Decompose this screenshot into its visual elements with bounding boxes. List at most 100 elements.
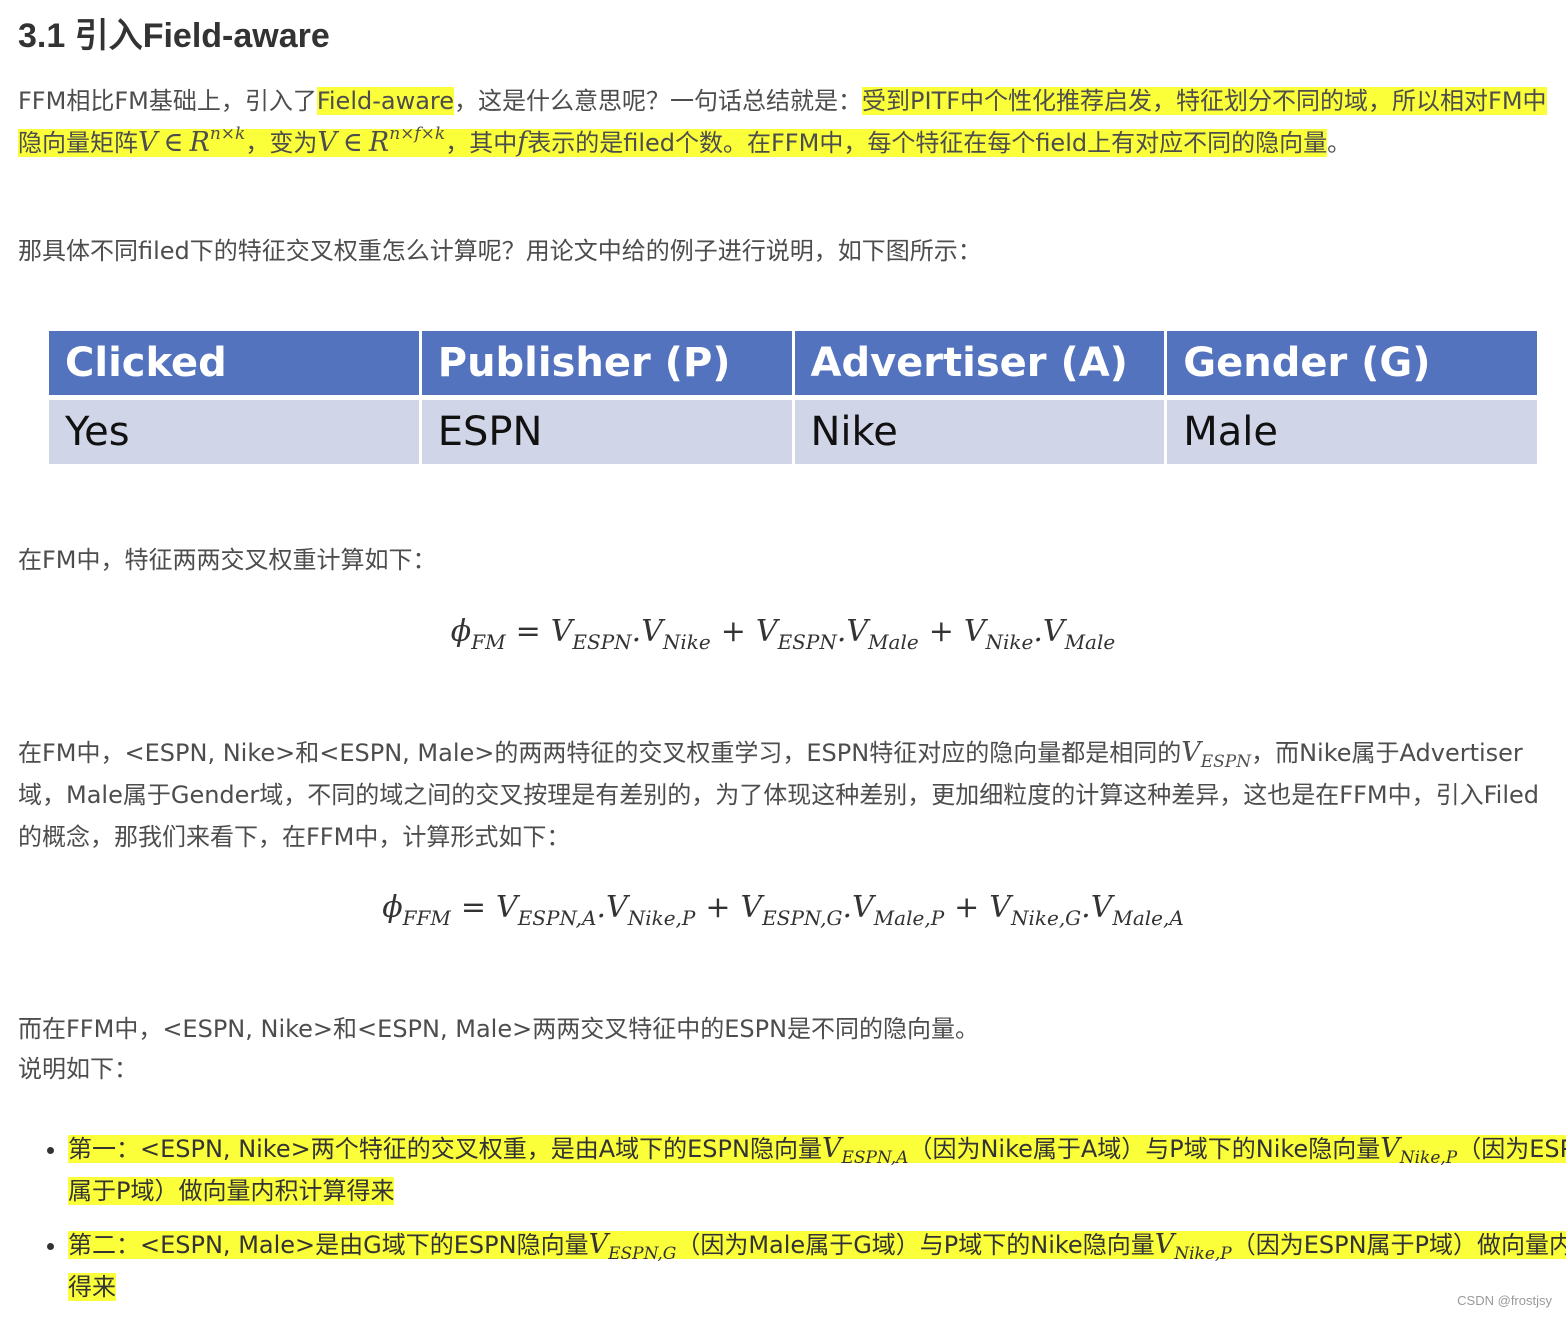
formula-subscript: ESPN (572, 630, 632, 654)
formula-subscript: Male (868, 630, 919, 654)
table-header-cell: Gender (G) (1167, 331, 1537, 400)
math-symbol-r: R (189, 127, 210, 158)
math-symbol-v: V (588, 1229, 609, 1260)
math-subscript: ESPN (1200, 752, 1252, 772)
math-symbol-v: V (1181, 737, 1201, 768)
table-cell: Yes (49, 400, 419, 464)
section-title: 3.1 引入Field-aware (18, 17, 330, 55)
formula-v: V (496, 890, 518, 925)
formula-v: V (852, 890, 874, 925)
formula-subscript: ESPN,A (517, 906, 597, 930)
formula-v: V (846, 614, 869, 649)
formula-subscript: Nike (662, 630, 711, 654)
formula-subscript: Male (1064, 630, 1116, 654)
highlight-field-aware: Field-aware (316, 87, 455, 115)
math-v-matrix: V ∈ Rn×k (138, 126, 245, 159)
table-header-cell: Clicked (49, 331, 419, 400)
example-table: Clicked Publisher (P) Advertiser (A) Gen… (46, 331, 1540, 464)
formula-v: V (1042, 614, 1065, 649)
formula-subscript: Male,A (1112, 906, 1184, 930)
list-item: 第一：<ESPN, Nike>两个特征的交叉权重，是由A域下的ESPN隐向量VE… (68, 1128, 1566, 1212)
math-symbol-in: ∈ (163, 127, 184, 158)
table-header-cell: Publisher (P) (421, 331, 792, 400)
math-superscript: n×f×k (389, 124, 446, 144)
point-text-a: 第二：<ESPN, Male>是由G域下的ESPN隐向量 (68, 1231, 589, 1259)
formula-subscript: Nike,P (627, 906, 696, 930)
formula-subscript: Nike,G (1010, 906, 1082, 930)
summary-text-3: ，其中 (445, 129, 518, 157)
table-cell: Nike (794, 400, 1165, 464)
table-cell: ESPN (421, 400, 792, 464)
formula-dot: . (596, 890, 607, 925)
math-symbol-v: V (1154, 1229, 1175, 1260)
table-header-cell: Advertiser (A) (794, 331, 1165, 400)
highlight-point: 第二：<ESPN, Male>是由G域下的ESPN隐向量VESPN,G（因为Ma… (68, 1229, 1566, 1301)
table-header-row: Clicked Publisher (P) Advertiser (A) Gen… (49, 331, 1537, 400)
formula-v: V (963, 614, 986, 649)
summary-text-2: ，变为 (245, 129, 318, 157)
explanation-list: 第一：<ESPN, Nike>两个特征的交叉权重，是由A域下的ESPN隐向量VE… (18, 1128, 1566, 1320)
math-symbol-v: V (821, 1133, 842, 1164)
point-text-b: （因为Nike属于A域）与P域下的Nike隐向量 (908, 1135, 1381, 1163)
fm-formula: ϕFM = VESPN.VNike + VESPN.VMale + VNike.VMale (0, 614, 1566, 652)
formula-v: V (989, 890, 1011, 925)
table-row: Yes ESPN Nike Male (49, 400, 1537, 464)
intro-text-end: 。 (1327, 129, 1352, 157)
formula-subscript: Nike (985, 630, 1034, 654)
fm-intro-paragraph: 在FM中，特征两两交叉权重计算如下： (18, 546, 437, 574)
formula-dot: . (836, 614, 847, 649)
formula-subscript: FFM (402, 906, 451, 930)
formula-subscript: ESPN (777, 630, 837, 654)
formula-subscript: FM (471, 630, 506, 654)
list-item: 第二：<ESPN, Male>是由G域下的ESPN隐向量VESPN,G（因为Ma… (68, 1224, 1566, 1308)
table-cell: Male (1167, 400, 1537, 464)
math-v-tensor: V ∈ Rn×f×k (317, 124, 446, 159)
example-intro-paragraph: 那具体不同filed下的特征交叉权重怎么计算呢？用论文中给的例子进行说明，如下图… (18, 237, 982, 265)
formula-plus: + (954, 890, 980, 925)
math-symbol-v: V (317, 127, 337, 158)
ffm-note-paragraph: 而在FFM中，<ESPN, Nike>和<ESPN, Male>两两交叉特征中的… (18, 1015, 980, 1043)
intro-text-1: FFM相比FM基础上，引入了 (18, 87, 317, 115)
point-text-b: （因为Male属于G域）与P域下的Nike隐向量 (676, 1231, 1155, 1259)
math-v: VNike,P (1380, 1133, 1457, 1167)
formula-v: V (755, 614, 778, 649)
formula-v: V (641, 614, 663, 649)
math-subscript: ESPN,A (841, 1148, 909, 1168)
math-v: VESPN,A (821, 1133, 908, 1167)
highlight-point: 第一：<ESPN, Nike>两个特征的交叉权重，是由A域下的ESPN隐向量VE… (68, 1133, 1566, 1205)
formula-subscript: Male,P (873, 906, 945, 930)
math-v: VNike,P (1154, 1229, 1232, 1263)
math-symbol-v: V (1380, 1133, 1400, 1164)
fm-explanation-paragraph: 在FM中，<ESPN, Nike>和<ESPN, Male>的两两特征的交叉权重… (18, 732, 1553, 858)
formula-dot: . (842, 890, 853, 925)
intro-paragraph: FFM相比FM基础上，引入了Field-aware，这是什么意思呢？一句话总结就… (18, 80, 1553, 164)
math-symbol-f: f (517, 127, 528, 158)
formula-dot: . (631, 614, 642, 649)
math-subscript: Nike,P (1399, 1148, 1458, 1168)
formula-v: V (1090, 890, 1113, 925)
formula-plus: + (928, 614, 954, 649)
point-text-a: 第一：<ESPN, Nike>两个特征的交叉权重，是由A域下的ESPN隐向量 (68, 1135, 822, 1163)
formula-phi: ϕ (450, 614, 472, 649)
math-subscript: ESPN,G (608, 1244, 677, 1264)
math-v-espn: VESPN (1181, 737, 1251, 771)
formula-plus: + (720, 614, 746, 649)
formula-plus: + (705, 890, 731, 925)
explanation-heading: 说明如下： (18, 1055, 138, 1083)
formula-dot: . (1033, 614, 1043, 649)
formula-dot: . (1081, 890, 1091, 925)
ffm-formula: ϕFFM = VESPN,A.VNike,P + VESPN,G.VMale,P + VNi… (0, 890, 1566, 928)
watermark: CSDN @frostjsy (1457, 1293, 1552, 1308)
formula-subscript: ESPN,G (762, 906, 843, 930)
math-symbol-in: ∈ (342, 127, 363, 158)
formula-equals: = (515, 614, 541, 649)
math-symbol-v: V (138, 127, 158, 158)
summary-text-4: 表示的是filed个数。在FFM中，每个特征在每个field上有对应不同的隐向量 (527, 129, 1328, 157)
explanation-text-1: 在FM中，<ESPN, Nike>和<ESPN, Male>的两两特征的交叉权重… (18, 739, 1182, 767)
math-symbol-r: R (368, 127, 390, 158)
formula-v: V (740, 890, 763, 925)
formula-equals: = (460, 890, 487, 925)
math-subscript: Nike,P (1174, 1244, 1232, 1264)
formula-phi: ϕ (382, 890, 403, 925)
intro-text-2: ，这是什么意思呢？一句话总结就是： (454, 87, 863, 115)
